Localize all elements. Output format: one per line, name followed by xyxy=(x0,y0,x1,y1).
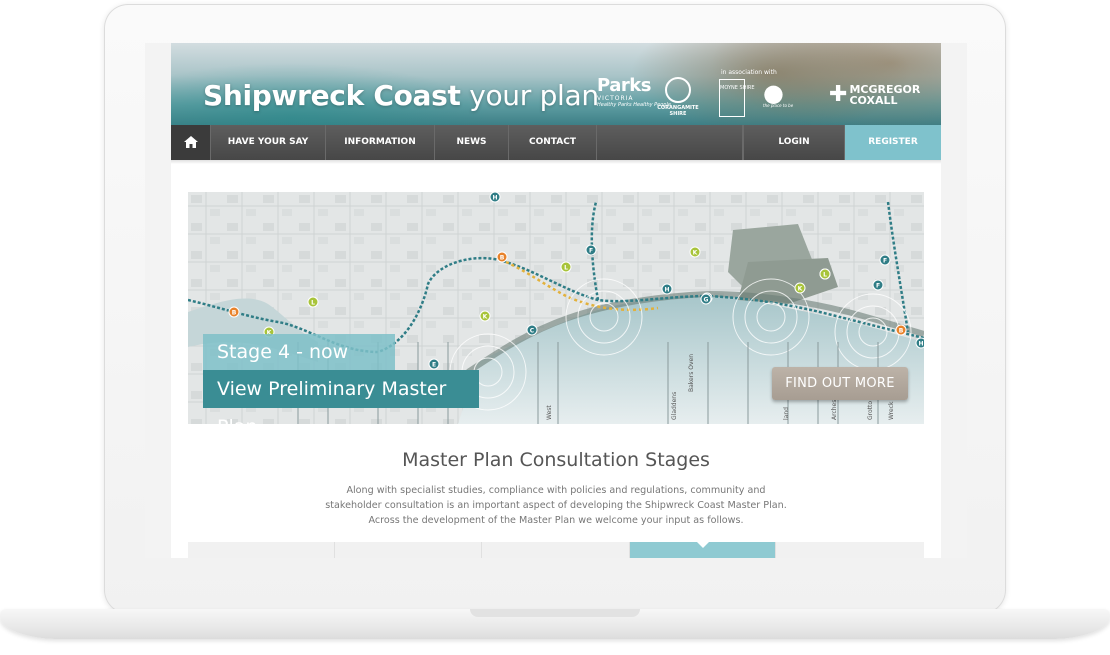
home-icon xyxy=(183,136,198,148)
map-marker[interactable]: K xyxy=(794,282,806,294)
section-title: Master Plan Consultation Stages xyxy=(402,449,710,471)
map-marker[interactable]: F xyxy=(879,254,891,266)
map-marker-letter: L xyxy=(823,272,827,279)
map-label: West xyxy=(546,405,553,420)
site-title-bold: Shipwreck Coast xyxy=(203,79,461,112)
map-marker-letter: F xyxy=(876,283,880,290)
nav-home[interactable] xyxy=(171,125,211,160)
corangamite-line2: SHIRE xyxy=(669,111,687,117)
stage-tab-4[interactable] xyxy=(630,542,776,558)
map-label: Grotto xyxy=(867,401,874,420)
nav-information[interactable]: INFORMATION xyxy=(326,125,435,160)
map-marker-letter: F xyxy=(883,258,887,265)
nav-shadow xyxy=(171,160,941,164)
map-marker-letter: K xyxy=(693,250,698,257)
map-label: Arches xyxy=(831,400,838,420)
stage-tabs xyxy=(188,542,924,558)
map-marker[interactable]: H xyxy=(661,283,673,295)
map-marker-letter: L xyxy=(311,300,315,307)
map-marker-letter: H xyxy=(664,287,669,294)
stage-tab-5[interactable] xyxy=(776,542,924,558)
map-marker-letter: F xyxy=(589,248,593,255)
mcgregor-line2: COXALL xyxy=(849,94,898,107)
partner-logos: Parks VICTORIA Healthy Parks Healthy Peo… xyxy=(593,63,939,123)
stage-tab-1[interactable] xyxy=(188,542,335,558)
map-marker[interactable]: L xyxy=(819,268,831,280)
map-marker-letter: H xyxy=(918,341,923,348)
map-marker[interactable]: H xyxy=(489,192,501,203)
stage-tab-2[interactable] xyxy=(335,542,482,558)
laptop-notch xyxy=(470,609,640,617)
map-marker[interactable]: F xyxy=(585,244,597,256)
association-label: in association with xyxy=(721,69,777,76)
main-nav: HAVE YOUR SAY INFORMATION NEWS CONTACT L… xyxy=(171,125,941,160)
website: Shipwreck Coast your plan Parks VICTORIA… xyxy=(171,43,941,558)
map-label: Wreck xyxy=(888,401,895,420)
moyne-shire-logo[interactable]: MOYNE SHIRE xyxy=(719,79,755,117)
map-marker[interactable]: L xyxy=(307,296,319,308)
nav-spacer xyxy=(597,125,743,160)
map-label: land xyxy=(783,407,790,420)
find-out-more-button[interactable]: FIND OUT MORE xyxy=(772,367,908,400)
view-master-plan-button[interactable]: View Preliminary Master Plan xyxy=(203,370,479,424)
site-title[interactable]: Shipwreck Coast your plan xyxy=(203,79,599,112)
map-marker[interactable]: E xyxy=(428,358,440,370)
map-marker-letter: B xyxy=(232,310,237,317)
map-marker[interactable]: L xyxy=(560,261,572,273)
map-marker[interactable]: F xyxy=(872,279,884,291)
wave-circle-icon xyxy=(665,77,691,103)
map-marker-letter: K xyxy=(798,286,803,293)
stage-tab-3[interactable] xyxy=(482,542,630,558)
map-marker[interactable]: K xyxy=(479,310,491,322)
map-marker-letter: H xyxy=(492,195,497,202)
victoria-logo[interactable]: ● the place to be xyxy=(763,79,817,117)
map-marker-letter: K xyxy=(483,314,488,321)
site-header: Shipwreck Coast your plan Parks VICTORIA… xyxy=(171,43,941,125)
map-label: Bakers Oven xyxy=(688,354,695,392)
map-marker[interactable]: K xyxy=(689,246,701,258)
map-marker[interactable]: C xyxy=(526,324,538,336)
corangamite-shire-logo[interactable]: CORANGAMITE SHIRE xyxy=(653,77,703,117)
map-marker-letter: E xyxy=(432,362,436,369)
cross-icon: ✚ xyxy=(829,82,848,107)
mcgregor-coxall-logo[interactable]: ✚ MCGREGOR COXALL xyxy=(829,82,920,107)
map-marker-letter: G xyxy=(704,297,709,304)
section-text: Along with specialist studies, complianc… xyxy=(325,485,787,526)
map-marker-letter: B xyxy=(500,255,505,262)
map-marker-letter: L xyxy=(564,265,568,272)
victoria-logo-tag: the place to be xyxy=(763,103,794,108)
hero-banner: HBLKLFBLKGKCHGKLFEBHF WestGladdensBakers… xyxy=(188,192,924,424)
map-label: Gladdens xyxy=(671,392,678,420)
map-marker[interactable]: B xyxy=(228,306,240,318)
map-marker[interactable]: H xyxy=(915,337,924,349)
nav-contact[interactable]: CONTACT xyxy=(509,125,597,160)
nav-register[interactable]: REGISTER xyxy=(845,125,941,160)
nav-news[interactable]: NEWS xyxy=(435,125,509,160)
site-title-light: your plan xyxy=(460,79,599,112)
map-marker[interactable]: B xyxy=(895,324,907,336)
map-marker-letter: B xyxy=(899,328,904,335)
nav-have-your-say[interactable]: HAVE YOUR SAY xyxy=(211,125,326,160)
map-marker-letter: C xyxy=(530,328,535,335)
map-marker[interactable]: G xyxy=(700,293,712,305)
map-marker[interactable]: B xyxy=(496,251,508,263)
laptop-screen: Shipwreck Coast your plan Parks VICTORIA… xyxy=(145,43,967,558)
stage-label: Stage 4 - now open xyxy=(203,334,395,399)
nav-login[interactable]: LOGIN xyxy=(743,125,845,160)
